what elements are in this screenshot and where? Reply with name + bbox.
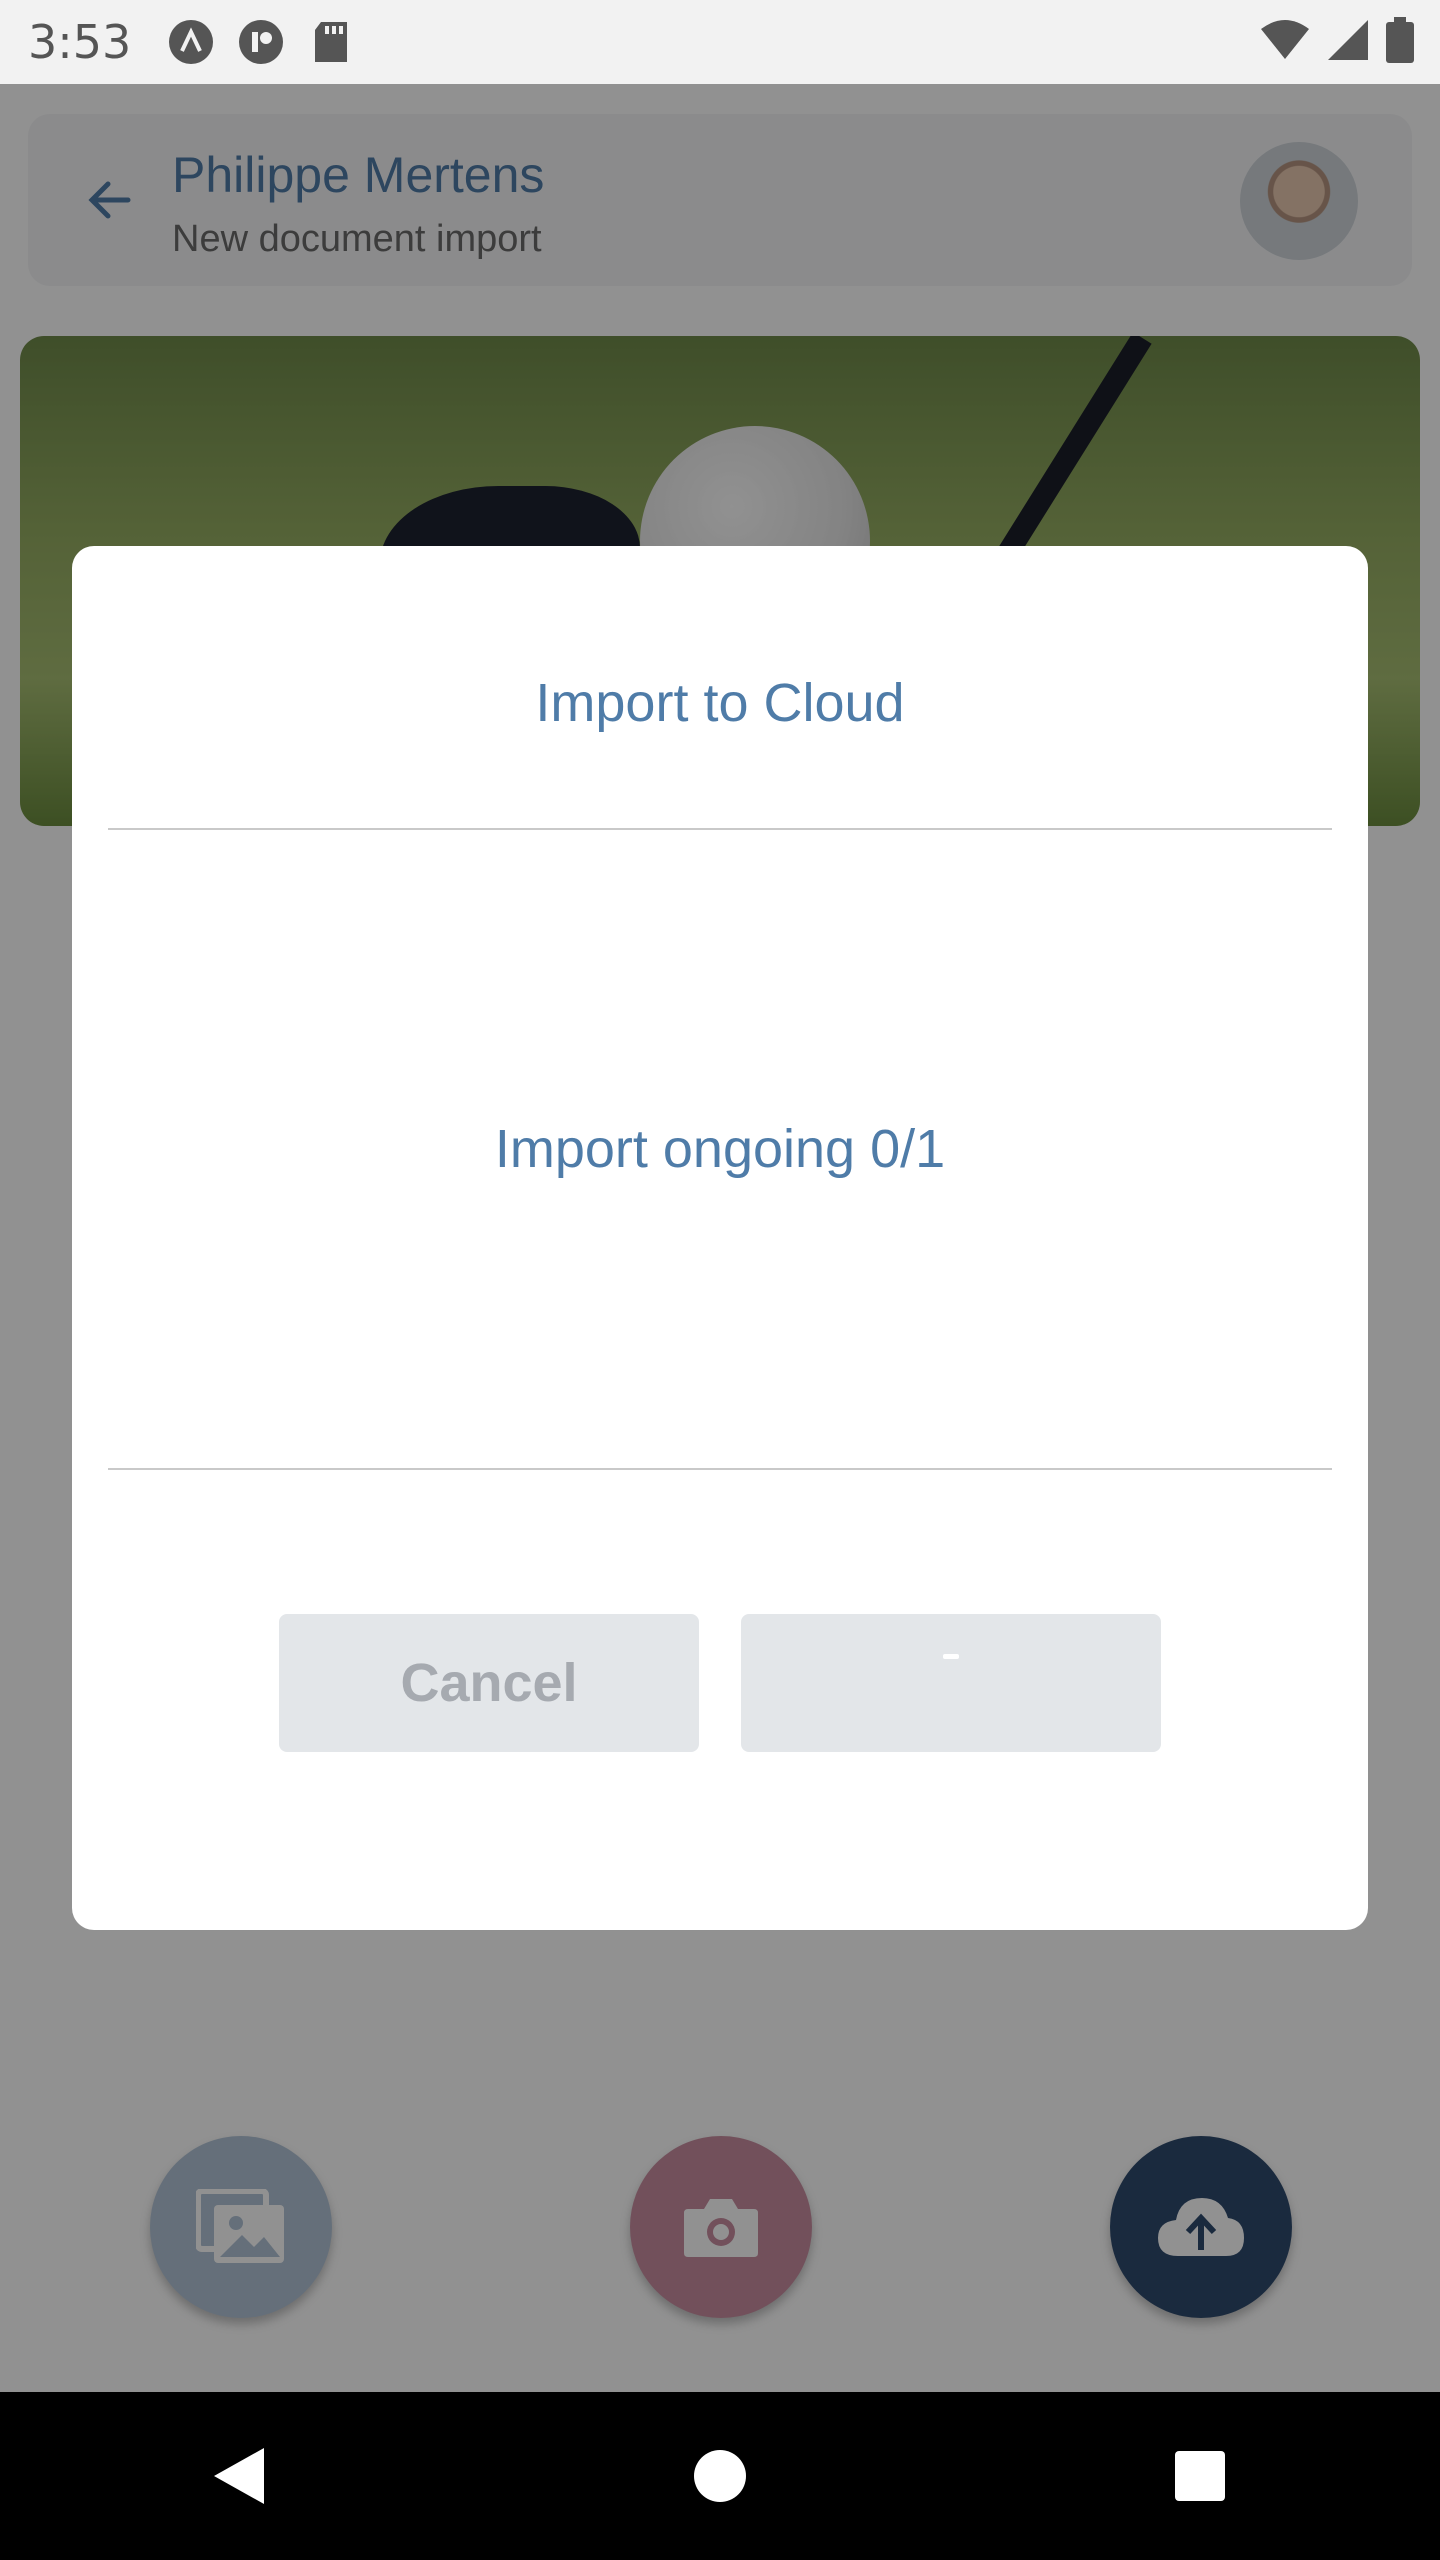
loading-indicator xyxy=(943,1654,959,1659)
system-nav-bar xyxy=(0,2392,1440,2560)
battery-icon xyxy=(1386,16,1414,68)
cancel-button[interactable]: Cancel xyxy=(279,1614,699,1752)
wifi-icon xyxy=(1260,19,1310,66)
home-circle-icon xyxy=(694,2450,746,2502)
status-right-icons xyxy=(1260,0,1414,84)
dialog-message: Import ongoing 0/1 xyxy=(494,1119,946,1179)
recents-square-icon xyxy=(1175,2451,1225,2501)
cellular-signal-icon xyxy=(1326,18,1370,67)
back-triangle-icon xyxy=(214,2448,264,2504)
sd-card-icon xyxy=(307,18,355,66)
import-dialog: Import to Cloud Import ongoing 0/1 Cance… xyxy=(72,546,1368,1930)
status-left-icons xyxy=(167,18,355,66)
app-notification-icon xyxy=(167,18,215,66)
status-time: 3:53 xyxy=(28,15,132,69)
dialog-divider-top xyxy=(108,828,1332,830)
dialog-divider-bottom xyxy=(108,1468,1332,1470)
nav-recents-button[interactable] xyxy=(1140,2416,1260,2536)
status-bar: 3:53 xyxy=(0,0,1440,84)
nav-home-button[interactable] xyxy=(660,2416,780,2536)
nav-back-button[interactable] xyxy=(180,2416,300,2536)
confirm-button[interactable] xyxy=(741,1614,1161,1752)
dialog-title: Import to Cloud xyxy=(535,673,905,733)
app-notification-icon-2 xyxy=(237,18,285,66)
